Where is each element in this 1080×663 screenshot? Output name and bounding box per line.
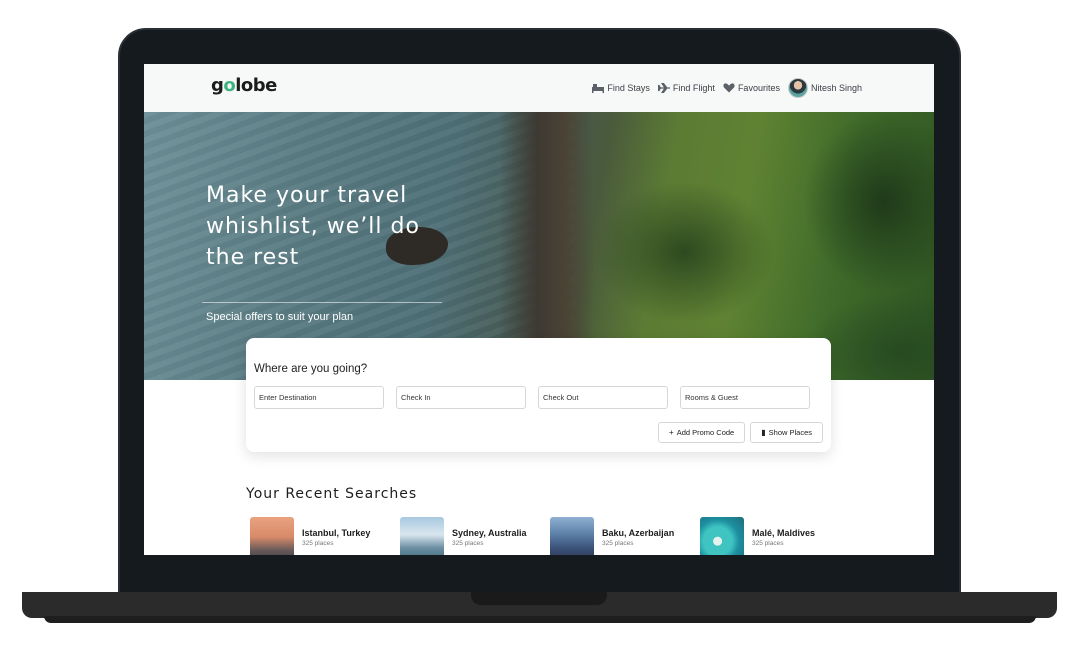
- heart-icon: [723, 83, 735, 93]
- recent-item-name: Sydney, Australia: [452, 528, 527, 538]
- recent-item-name: Malé, Maldives: [752, 528, 816, 538]
- check-in-input[interactable]: [396, 386, 526, 409]
- navbar: golobe Find Stays Find Flight Favourites…: [144, 64, 934, 112]
- plus-icon: +: [669, 428, 674, 437]
- nav-favourites-label: Favourites: [737, 83, 780, 93]
- user-name: Nitesh Singh: [810, 83, 862, 93]
- search-fields: [254, 386, 810, 409]
- recent-item-count: 325 places: [602, 540, 634, 547]
- show-places-button[interactable]: ▮ Show Places: [750, 422, 823, 443]
- male-thumbnail: [700, 517, 744, 555]
- hero-divider: [202, 302, 442, 303]
- nav-find-flight[interactable]: Find Flight: [657, 83, 715, 93]
- recent-searches-list: Istanbul, Turkey 325 places Sydney, Austr…: [250, 517, 850, 555]
- search-heading: Where are you going?: [254, 363, 368, 375]
- hero-subtitle: Special offers to suit your plan: [206, 311, 354, 323]
- hero-title: Make your travel whishlist, we’ll do the…: [206, 183, 420, 270]
- nav-links: Find Stays Find Flight Favourites Nitesh…: [592, 78, 862, 98]
- search-actions: + Add Promo Code ▮ Show Places: [658, 422, 823, 443]
- add-promo-code-button[interactable]: + Add Promo Code: [658, 422, 746, 443]
- check-out-input[interactable]: [538, 386, 668, 409]
- building-icon: ▮: [761, 428, 766, 437]
- golobe-logo[interactable]: golobe: [211, 75, 277, 96]
- recent-item-male[interactable]: Malé, Maldives 325 places: [700, 517, 850, 555]
- bed-icon: [592, 84, 605, 93]
- recent-item-istanbul[interactable]: Istanbul, Turkey 325 places: [250, 517, 400, 555]
- laptop-foot: [44, 616, 1036, 623]
- browser-screen: golobe Find Stays Find Flight Favourites…: [144, 64, 934, 555]
- baku-thumbnail: [550, 517, 594, 555]
- recent-item-sydney[interactable]: Sydney, Australia 325 places: [400, 517, 550, 555]
- recent-item-name: Baku, Azerbaijan: [602, 528, 675, 538]
- nav-find-stays[interactable]: Find Stays: [592, 83, 650, 93]
- recent-item-count: 325 places: [302, 540, 334, 547]
- user-profile[interactable]: Nitesh Singh: [787, 78, 862, 98]
- recent-searches-title: Your Recent Searches: [246, 486, 418, 502]
- nav-find-flight-label: Find Flight: [672, 83, 715, 93]
- recent-item-count: 325 places: [752, 540, 784, 547]
- recent-item-name: Istanbul, Turkey: [302, 528, 371, 538]
- airplane-icon: [657, 83, 670, 93]
- laptop-notch: [471, 592, 607, 605]
- avatar: [787, 78, 808, 98]
- recent-item-baku[interactable]: Baku, Azerbaijan 325 places: [550, 517, 700, 555]
- nav-favourites[interactable]: Favourites: [723, 83, 780, 93]
- add-promo-code-label: Add Promo Code: [676, 428, 735, 437]
- destination-input[interactable]: [254, 386, 384, 409]
- show-places-label: Show Places: [768, 428, 812, 437]
- recent-item-count: 325 places: [452, 540, 484, 547]
- rooms-guest-input[interactable]: [680, 386, 810, 409]
- nav-find-stays-label: Find Stays: [607, 83, 650, 93]
- search-card: Where are you going? +Add Promo Code ▮Sh…: [246, 338, 831, 452]
- sydney-thumbnail: [400, 517, 444, 555]
- istanbul-thumbnail: [250, 517, 294, 555]
